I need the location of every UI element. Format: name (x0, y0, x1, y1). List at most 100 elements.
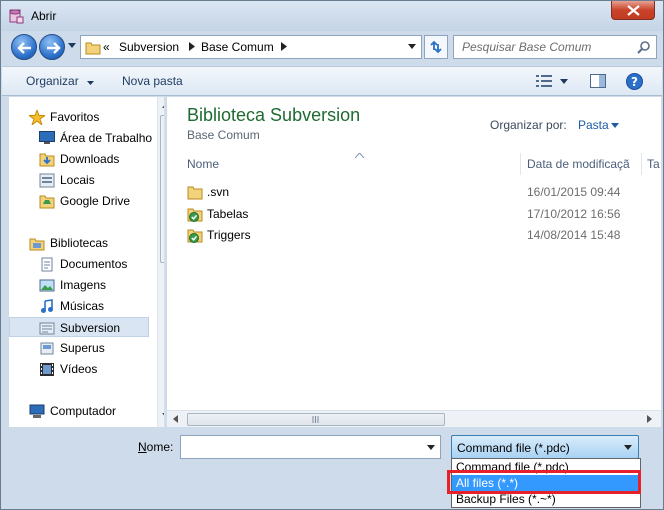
scroll-left-arrow-icon[interactable] (173, 415, 178, 423)
address-bar[interactable]: « Subversion Base Comum (80, 35, 422, 59)
file-type-option-label: Backup Files (*.~*) (456, 492, 556, 506)
pictures-icon (39, 279, 55, 292)
sidebar-item-places[interactable]: Locais (9, 170, 149, 190)
file-date: 17/10/2012 16:56 (527, 207, 621, 221)
chevron-down-icon[interactable] (611, 123, 619, 128)
scroll-grip-icon (312, 416, 319, 423)
svg-text:?: ? (631, 75, 638, 89)
sidebar-item-subversion[interactable]: Subversion (9, 317, 149, 337)
refresh-button[interactable] (424, 35, 448, 59)
chevron-down-icon[interactable] (408, 44, 416, 49)
sidebar-item-downloads[interactable]: Downloads (9, 149, 149, 169)
back-button[interactable] (11, 34, 37, 60)
recent-locations-dropdown[interactable] (68, 43, 76, 48)
chevron-down-icon (87, 81, 95, 85)
search-input[interactable]: Pesquisar Base Comum (462, 40, 591, 54)
sidebar-item-label: Documentos (60, 257, 128, 271)
superus-library-icon (40, 342, 54, 355)
horizontal-scroll-thumb[interactable] (187, 413, 445, 426)
documents-icon (41, 257, 53, 272)
chevron-right-icon[interactable] (189, 42, 195, 51)
videos-icon (40, 363, 54, 376)
organize-label: Organizar (26, 74, 79, 88)
forward-button[interactable] (39, 34, 65, 60)
organize-button[interactable]: Organizar (26, 74, 95, 88)
file-list-horizontal-scrollbar[interactable] (167, 410, 661, 427)
column-header-type[interactable]: Ta (647, 157, 660, 171)
computer-icon (29, 404, 45, 418)
breadcrumb-subversion[interactable]: Subversion (119, 40, 179, 54)
sidebar-item-label: Google Drive (60, 194, 131, 208)
file-type-option[interactable]: Command file (*.pdc) (452, 459, 640, 475)
back-arrow-icon (17, 42, 31, 54)
new-folder-button[interactable]: Nova pasta (122, 74, 183, 88)
file-type-dropdown-list: Command file (*.pdc) All files (*.*) Bac… (451, 458, 641, 508)
title-bar: Abrir (1, 1, 663, 31)
folder-icon (187, 186, 203, 200)
sidebar-item-label: Downloads (60, 152, 120, 166)
sidebar-scrollbar[interactable] (157, 97, 165, 427)
file-name: Tabelas (207, 207, 249, 221)
sidebar-item-label: Vídeos (60, 362, 98, 376)
file-row[interactable]: Triggers 14/08/2014 15:48 (179, 225, 661, 246)
sidebar-item-google-drive[interactable]: Google Drive (9, 191, 149, 211)
scroll-right-arrow-icon[interactable] (647, 415, 652, 423)
sidebar-item-superus[interactable]: Superus (9, 338, 149, 358)
chevron-right-icon[interactable] (281, 42, 287, 51)
sidebar-item-label: Músicas (60, 299, 105, 313)
file-type-option[interactable]: All files (*.*) (452, 475, 640, 491)
search-box[interactable]: Pesquisar Base Comum (453, 35, 657, 59)
preview-pane-icon[interactable] (590, 74, 606, 88)
column-divider[interactable] (520, 153, 521, 175)
window-title: Abrir (31, 9, 57, 23)
file-type-select[interactable]: Command file (*.pdc) (451, 435, 639, 459)
arrange-by-dropdown[interactable]: Pasta (578, 118, 609, 132)
column-header-date[interactable]: Data de modificaçã (527, 157, 630, 171)
column-header-name[interactable]: Nome (187, 157, 219, 171)
music-icon (41, 299, 53, 313)
library-subtitle: Base Comum (187, 128, 260, 142)
downloads-folder-icon (39, 153, 55, 167)
help-icon[interactable]: ? (626, 73, 643, 90)
chevron-down-icon[interactable] (427, 445, 435, 450)
search-icon[interactable] (637, 40, 651, 54)
file-type-selected: Command file (*.pdc) (457, 441, 570, 455)
sidebar-item-libraries[interactable]: Bibliotecas (9, 233, 149, 253)
file-name-label-text: ome: (146, 440, 174, 454)
sidebar-item-label: Subversion (60, 321, 121, 335)
view-options-icon[interactable] (536, 74, 552, 88)
close-button[interactable] (611, 1, 655, 20)
sidebar-item-label: Superus (60, 341, 105, 355)
sidebar-item-computer[interactable]: Computador (9, 401, 149, 421)
column-divider[interactable] (641, 153, 642, 175)
command-bar: Organizar Nova pasta ? (2, 66, 662, 96)
navigation-bar: « Subversion Base Comum Pesquisar Base C… (1, 31, 663, 65)
sidebar-item-desktop[interactable]: Área de Trabalho (9, 128, 152, 148)
breadcrumb-overflow[interactable]: « (103, 40, 110, 54)
sidebar-item-videos[interactable]: Vídeos (9, 359, 149, 379)
app-icon (9, 9, 24, 24)
folder-icon (85, 42, 101, 55)
view-dropdown-icon[interactable] (560, 79, 568, 84)
file-row[interactable]: .svn 16/01/2015 09:44 (179, 182, 661, 203)
sidebar-item-music[interactable]: Músicas (9, 296, 149, 316)
star-icon (29, 110, 45, 125)
file-type-option[interactable]: Backup Files (*.~*) (452, 491, 640, 507)
sidebar-item-pictures[interactable]: Imagens (9, 275, 149, 295)
file-type-option-label: All files (*.*) (456, 476, 519, 490)
forward-arrow-icon (47, 42, 61, 54)
scroll-up-arrow-icon[interactable] (162, 103, 165, 108)
file-name-input[interactable] (180, 435, 441, 459)
file-row[interactable]: Tabelas 17/10/2012 16:56 (179, 204, 661, 225)
subversion-library-icon (39, 322, 55, 335)
file-list-pane: Biblioteca Subversion Base Comum Organiz… (167, 97, 661, 427)
arrange-by-label: Organizar por: (490, 118, 567, 132)
sidebar-scroll-thumb[interactable] (160, 115, 164, 263)
svn-folder-icon (187, 229, 203, 243)
scroll-down-arrow-icon[interactable] (162, 413, 165, 418)
file-name-label-accelerator: N (138, 440, 147, 454)
google-drive-folder-icon (39, 195, 55, 209)
sidebar-item-documents[interactable]: Documentos (9, 254, 149, 274)
breadcrumb-base-comum[interactable]: Base Comum (201, 40, 274, 54)
sidebar-item-favorites[interactable]: Favoritos (9, 107, 149, 127)
